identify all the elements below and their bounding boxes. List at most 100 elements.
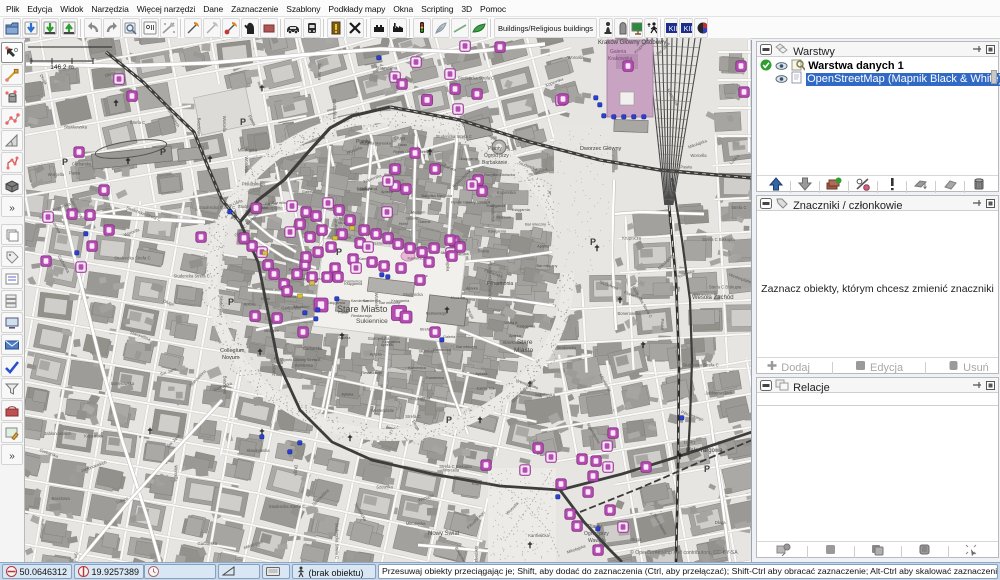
svg-text:Kraków Główny Osobowy: Kraków Główny Osobowy (598, 40, 666, 46)
svg-text:Muzeum: Muzeum (264, 329, 279, 333)
svg-text:Ogród przy: Ogród przy (584, 531, 609, 537)
svg-text:Rynek Główny Strefa A: Rynek Główny Strefa A (451, 201, 491, 205)
svg-text:Studencka Strefa C: Studencka Strefa C (114, 256, 150, 261)
svg-text:Bar mleczny: Bar mleczny (525, 223, 546, 227)
svg-text:Szewska: Szewska (376, 484, 393, 489)
svg-text:Garbarska: Garbarska (332, 99, 337, 119)
svg-text:Studencka Strefa C: Studencka Strefa C (174, 274, 210, 279)
svg-text:Długa: Długa (293, 465, 298, 477)
svg-text:Mikołajska: Mikołajska (406, 521, 426, 526)
svg-text:Hotel: Hotel (261, 297, 270, 301)
svg-text:Muzeum: Muzeum (294, 305, 309, 309)
svg-text:Ogród przy: Ogród przy (484, 153, 509, 159)
svg-text:KII: KII (683, 26, 692, 33)
svg-text:Muzeum: Muzeum (451, 296, 466, 300)
svg-text:Studencka Strefa C: Studencka Strefa C (682, 363, 718, 368)
svg-text:© OpenStreetMap and contributo: © OpenStreetMap and contributors, CC-BY-… (630, 549, 738, 556)
svg-text:Strefa C Biskupia: Strefa C Biskupia (709, 285, 742, 290)
svg-text:Apteka: Apteka (381, 343, 394, 347)
svg-text:Strefa C: Strefa C (130, 120, 145, 125)
svg-text:Studencka Strefa C: Studencka Strefa C (335, 523, 340, 559)
svg-text:Pałac: Pałac (274, 357, 284, 361)
svg-text:Kopernika: Kopernika (84, 433, 104, 438)
svg-text:Apteka: Apteka (466, 286, 479, 290)
svg-text:Galeria: Galeria (418, 220, 431, 224)
svg-text:Studencka: Studencka (219, 296, 224, 316)
svg-text:Restauracja: Restauracja (426, 311, 447, 315)
svg-text:Garbarska: Garbarska (198, 541, 218, 546)
svg-text:P: P (240, 117, 246, 127)
svg-text:Księgarnia: Księgarnia (488, 230, 507, 234)
svg-text:Strefa A: Strefa A (504, 321, 518, 325)
svg-text:Muzeum: Muzeum (497, 216, 512, 220)
svg-text:Pawia: Pawia (478, 248, 490, 253)
svg-text:Sławkowska: Sławkowska (503, 340, 527, 345)
svg-text:Studencka Strefa C: Studencka Strefa C (436, 134, 472, 139)
svg-text:Worcella: Worcella (173, 465, 178, 482)
svg-text:Bar mleczny: Bar mleczny (456, 345, 477, 349)
svg-text:Księgarnia: Księgarnia (327, 301, 346, 305)
svg-text:Apteka: Apteka (537, 244, 550, 248)
svg-text:Rynek Główny Strefa A: Rynek Główny Strefa A (281, 358, 321, 362)
svg-text:Księgarnia: Księgarnia (487, 204, 506, 208)
svg-text:Restauracja: Restauracja (357, 187, 378, 191)
svg-text:Worcella: Worcella (244, 157, 249, 174)
svg-text:Mikołajska: Mikołajska (238, 148, 258, 153)
svg-text:Strefa C: Strefa C (405, 414, 420, 419)
svg-text:KII: KII (668, 26, 677, 33)
svg-text:Apteka: Apteka (509, 334, 522, 338)
svg-text:Hala Targowa: Hala Targowa (686, 448, 723, 454)
svg-text:Długa: Długa (715, 520, 727, 525)
svg-text:Apteka: Apteka (244, 302, 257, 306)
svg-text:P: P (704, 464, 710, 474)
svg-text:Garbarska: Garbarska (303, 346, 323, 351)
svg-text:Worcella: Worcella (222, 116, 227, 133)
svg-text:Bazylika Mariacka: Bazylika Mariacka (484, 173, 515, 177)
svg-text:Miasto: Miasto (514, 347, 534, 354)
svg-text:Studencka Strefa C: Studencka Strefa C (269, 504, 305, 509)
svg-text:Lubicz: Lubicz (272, 364, 277, 376)
svg-text:Muzeum: Muzeum (411, 211, 426, 215)
svg-text:P: P (228, 297, 234, 307)
svg-text:Wawelu: Wawelu (588, 538, 606, 544)
svg-text:Worcella: Worcella (443, 468, 460, 473)
svg-text:Pawia: Pawia (680, 164, 692, 169)
svg-text:Pałac: Pałac (398, 143, 408, 147)
svg-text:Apteka: Apteka (339, 336, 352, 340)
svg-text:Księgarnia: Księgarnia (344, 282, 363, 286)
svg-text:Planty: Planty (488, 146, 502, 152)
svg-text:Galeria: Galeria (443, 335, 456, 339)
svg-text:Novum: Novum (222, 355, 240, 361)
svg-text:Kamienica: Kamienica (477, 387, 496, 391)
svg-text:Dworzec Główny: Dworzec Główny (580, 146, 622, 152)
svg-text:Strefa C Biskupia: Strefa C Biskupia (702, 237, 735, 242)
svg-text:Długa: Długa (394, 135, 406, 140)
svg-text:Galeria: Galeria (302, 190, 315, 194)
svg-text:Worcella: Worcella (568, 55, 585, 60)
svg-text:Karmelicka: Karmelicka (528, 533, 549, 538)
svg-text:Bar mleczny: Bar mleczny (537, 264, 558, 268)
svg-text:Westerplatte: Westerplatte (474, 546, 479, 562)
svg-text:Bonerowska: Bonerowska (618, 311, 642, 316)
svg-text:Strefa C: Strefa C (731, 205, 746, 210)
svg-text:Studencka: Studencka (557, 346, 577, 351)
svg-text:Worcella: Worcella (690, 153, 707, 158)
svg-text:Pałac: Pałac (362, 140, 372, 144)
svg-text:Kamienica: Kamienica (295, 364, 314, 368)
svg-text:Pawia: Pawia (660, 319, 665, 331)
svg-text:Apteka: Apteka (476, 372, 489, 376)
svg-text:Nowy Świat: Nowy Świat (428, 529, 460, 537)
svg-text:Sławkowska: Sławkowska (64, 125, 88, 130)
svg-text:Studencka Strefa C: Studencka Strefa C (458, 76, 494, 81)
svg-text:Św. Jana: Św. Jana (74, 552, 79, 562)
svg-text:Mikołajska: Mikołajska (535, 392, 555, 397)
svg-text:Lubicz: Lubicz (684, 440, 696, 445)
svg-text:Bazylika Mariacka: Bazylika Mariacka (422, 194, 453, 198)
svg-text:Apteka: Apteka (370, 352, 383, 356)
svg-text:Jabłonowskich: Jabłonowskich (705, 391, 733, 396)
svg-text:Muzeum: Muzeum (415, 397, 430, 401)
svg-text:Collegium: Collegium (220, 348, 245, 354)
svg-text:P: P (446, 415, 452, 425)
svg-text:146.2 m: 146.2 m (50, 64, 74, 71)
svg-text:»: » (9, 451, 15, 462)
